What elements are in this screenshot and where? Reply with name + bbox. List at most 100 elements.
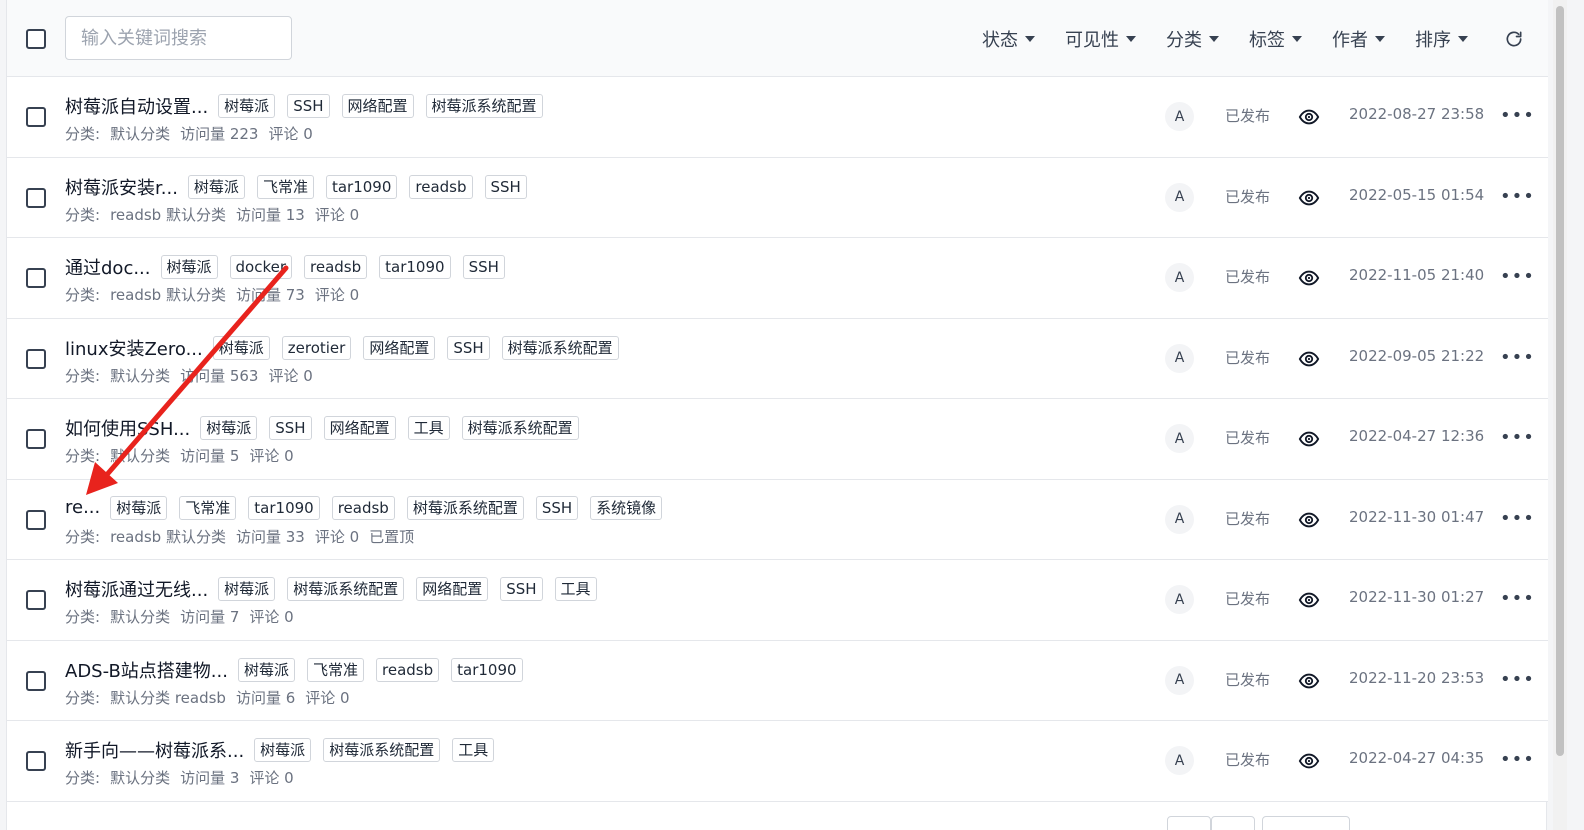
row-checkbox[interactable] — [26, 670, 46, 691]
post-tag[interactable]: readsb — [376, 657, 440, 682]
post-tag[interactable]: tar1090 — [248, 495, 320, 520]
scrollbar-thumb[interactable] — [1556, 6, 1564, 756]
table-row[interactable]: 树莓派自动设置... 树莓派 SSH 网络配置 树莓派系统配置 分类: 默认分类 访问量 … — [7, 77, 1548, 158]
post-title-link[interactable]: 树莓派自动设置... — [65, 93, 208, 119]
post-tag[interactable]: 工具 — [452, 738, 495, 762]
post-tag[interactable]: 工具 — [554, 577, 597, 601]
more-options-button[interactable]: ••• — [1500, 347, 1535, 368]
more-options-button[interactable]: ••• — [1500, 427, 1535, 448]
filter-category[interactable]: 分类 — [1166, 26, 1219, 52]
filter-visibility[interactable]: 可见性 — [1065, 26, 1136, 52]
post-tag[interactable]: tar1090 — [325, 174, 398, 199]
row-checkbox[interactable] — [26, 348, 46, 369]
post-tag[interactable]: 树莓派 — [218, 94, 276, 118]
post-title-line: 新手向——树莓派系... 树莓派 树莓派系统配置 工具 — [65, 737, 506, 763]
post-tag[interactable]: 树莓派 — [200, 416, 258, 440]
table-row[interactable]: 新手向——树莓派系... 树莓派 树莓派系统配置 工具 分类: 默认分类 访问量 3 评论… — [7, 721, 1548, 802]
post-tag[interactable]: 飞常准 — [179, 495, 237, 520]
post-tag[interactable]: readsb — [331, 495, 395, 520]
row-checkbox[interactable] — [26, 187, 46, 208]
more-options-button[interactable]: ••• — [1500, 669, 1535, 690]
post-tag[interactable]: 树莓派系统配置 — [287, 577, 405, 601]
post-tag[interactable]: SSH — [462, 255, 505, 279]
post-tag[interactable]: 网络配置 — [341, 94, 414, 118]
post-tag[interactable]: SSH — [500, 577, 543, 601]
post-tag[interactable]: SSH — [484, 174, 527, 199]
post-tag[interactable]: SSH — [269, 416, 312, 440]
row-checkbox[interactable] — [26, 509, 46, 530]
post-title-link[interactable]: re... — [65, 497, 100, 518]
table-row[interactable]: re... 树莓派 飞常准 tar1090 readsb 树莓派系统配置 SSH 系统镜像 … — [7, 479, 1548, 560]
refresh-icon[interactable] — [1504, 29, 1524, 49]
search-input[interactable] — [65, 16, 292, 60]
row-checkbox[interactable] — [26, 590, 46, 610]
filter-status[interactable]: 状态 — [982, 26, 1035, 52]
post-tag[interactable]: 树莓派系统配置 — [323, 738, 441, 762]
post-tag[interactable]: 飞常准 — [256, 174, 314, 199]
post-tag[interactable]: 工具 — [407, 416, 450, 440]
pagination-next-button[interactable] — [1211, 816, 1255, 830]
post-tag[interactable]: 树莓派系统配置 — [501, 335, 619, 360]
more-options-button[interactable]: ••• — [1500, 266, 1535, 287]
filter-sort[interactable]: 排序 — [1415, 26, 1468, 52]
table-row[interactable]: 如何使用SSH... 树莓派 SSH 网络配置 工具 树莓派系统配置 分类: 默认分类 访问… — [7, 399, 1548, 480]
filter-author[interactable]: 作者 — [1332, 26, 1385, 52]
post-tag[interactable]: 飞常准 — [306, 657, 364, 682]
vertical-scrollbar[interactable] — [1553, 0, 1567, 830]
post-meta-item: 评论 0 — [314, 286, 360, 304]
post-tag[interactable]: 树莓派 — [110, 495, 168, 520]
post-tag[interactable]: zerotier — [281, 335, 352, 360]
more-options-button[interactable]: ••• — [1500, 186, 1535, 207]
post-tag[interactable]: SSH — [447, 335, 490, 360]
post-tag[interactable]: SSH — [535, 495, 579, 520]
table-row[interactable]: 树莓派安装r... 树莓派 飞常准 tar1090 readsb SSH 分类: read… — [7, 157, 1548, 238]
select-all-checkbox[interactable] — [26, 29, 46, 49]
post-tag[interactable]: 树莓派 — [254, 738, 312, 762]
post-date: 2022-04-27 12:36 — [1349, 427, 1485, 445]
post-tag[interactable]: 网络配置 — [416, 577, 489, 601]
post-title-link[interactable]: ADS-B站点搭建物... — [65, 657, 228, 683]
pagination-page-size-select[interactable] — [1262, 816, 1350, 830]
post-tag[interactable]: 树莓派 — [218, 577, 276, 601]
post-tag[interactable]: 树莓派系统配置 — [406, 495, 524, 520]
status-badge: 已发布 — [1225, 348, 1271, 367]
post-tag[interactable]: 树莓派 — [237, 657, 295, 682]
post-tag[interactable]: 树莓派 — [187, 174, 245, 199]
post-title-link[interactable]: 树莓派通过无线... — [65, 576, 208, 602]
post-tag[interactable]: readsb — [304, 255, 368, 279]
post-title-link[interactable]: 树莓派安装r... — [65, 174, 178, 200]
post-tag[interactable]: tar1090 — [379, 255, 451, 279]
filter-tag[interactable]: 标签 — [1249, 26, 1302, 52]
post-tag[interactable]: 树莓派系统配置 — [425, 94, 543, 118]
post-tag[interactable]: docker — [229, 255, 293, 279]
post-tag[interactable]: 树莓派系统配置 — [461, 416, 579, 440]
post-tag[interactable]: 树莓派 — [160, 255, 218, 279]
table-row[interactable]: linux安装Zero... 树莓派 zerotier 网络配置 SSH 树莓派系统配置… — [7, 318, 1548, 399]
table-row[interactable]: ADS-B站点搭建物... 树莓派 飞常准 readsb tar1090 分类: 默认分… — [7, 640, 1548, 721]
post-tag[interactable]: tar1090 — [451, 657, 523, 682]
post-title-link[interactable]: 如何使用SSH... — [65, 415, 190, 441]
post-title-link[interactable]: 通过doc... — [65, 254, 151, 280]
post-meta-item: 评论 0 — [314, 205, 360, 224]
post-tag[interactable]: 系统镜像 — [590, 495, 663, 520]
post-tag[interactable]: 树莓派 — [212, 335, 270, 360]
post-title-link[interactable]: 新手向——树莓派系... — [65, 737, 244, 763]
pagination-prev-button[interactable] — [1167, 816, 1211, 830]
more-options-button[interactable]: ••• — [1500, 105, 1535, 126]
table-row[interactable]: 树莓派通过无线... 树莓派 树莓派系统配置 网络配置 SSH 工具 分类: 默认分类 访问… — [7, 560, 1548, 641]
table-row[interactable]: 通过doc... 树莓派 docker readsb tar1090 SSH 分类: re… — [7, 238, 1548, 319]
more-options-button[interactable]: ••• — [1500, 508, 1535, 529]
post-title-line: linux安装Zero... 树莓派 zerotier 网络配置 SSH 树莓派系统配置 — [65, 335, 631, 361]
more-options-button[interactable]: ••• — [1500, 588, 1535, 609]
post-tag[interactable]: 网络配置 — [323, 416, 396, 440]
row-checkbox[interactable] — [26, 107, 46, 127]
more-options-button[interactable]: ••• — [1500, 749, 1535, 770]
post-tag[interactable]: 网络配置 — [363, 335, 436, 360]
post-tag[interactable]: readsb — [409, 174, 473, 199]
post-meta-item: 分类: — [65, 125, 101, 143]
row-checkbox[interactable] — [26, 429, 46, 449]
row-checkbox[interactable] — [26, 751, 46, 771]
post-title-link[interactable]: linux安装Zero... — [65, 335, 203, 361]
post-tag[interactable]: SSH — [287, 94, 330, 118]
row-checkbox[interactable] — [26, 268, 46, 288]
